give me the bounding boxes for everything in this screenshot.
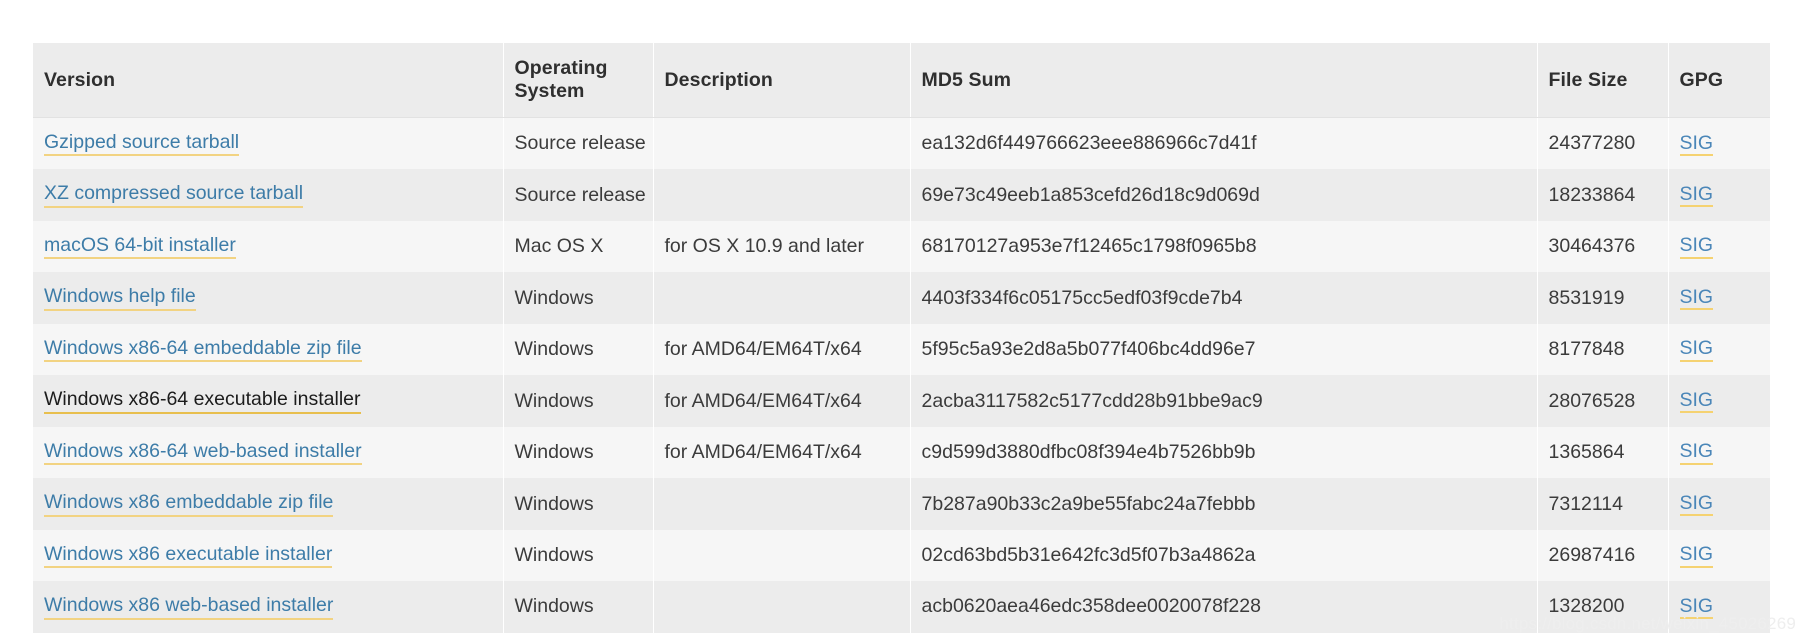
sig-link[interactable]: SIG [1679,544,1714,568]
cell-operating-system: Windows [503,323,654,376]
cell-description [653,478,911,530]
cell-md5-sum: ea132d6f449766623eee886966c7d41f [910,117,1538,170]
table-body: Gzipped source tarball Source release ea13… [33,117,1770,633]
cell-description [653,169,911,221]
cell-description [653,581,911,633]
cell-version: Windows x86 executable installer [33,529,504,582]
cell-md5-sum: acb0620aea46edc358dee0020078f228 [910,581,1538,633]
cell-description: for AMD64/EM64T/x64 [653,375,911,427]
table-header: Version Operating System Description MD5… [33,43,1770,118]
cell-description: for AMD64/EM64T/x64 [653,426,911,479]
cell-md5-sum: 5f95c5a93e2d8a5b077f406bc4dd96e7 [910,323,1538,376]
cell-file-size: 30464376 [1537,220,1669,273]
sig-link[interactable]: SIG [1679,441,1714,465]
download-link[interactable]: Windows x86-64 executable installer [44,389,361,414]
cell-md5-sum: 02cd63bd5b31e642fc3d5f07b3a4862a [910,529,1538,582]
cell-description: for OS X 10.9 and later [653,220,911,273]
cell-gpg: SIG [1668,323,1770,376]
cell-gpg: SIG [1668,272,1770,324]
table-row: Gzipped source tarball Source release ea13… [33,117,1770,170]
sig-link[interactable]: SIG [1679,132,1714,156]
cell-version: Windows x86-64 embeddable zip file [33,323,504,376]
table-header-row: Version Operating System Description MD5… [33,43,1770,118]
cell-version: XZ compressed source tarball [33,169,504,221]
cell-operating-system: Windows [503,581,654,633]
cell-md5-sum: 2acba3117582c5177cdd28b91bbe9ac9 [910,375,1538,427]
sig-link[interactable]: SIG [1679,389,1714,414]
cell-file-size: 18233864 [1537,169,1669,221]
cell-md5-sum: 69e73c49eeb1a853cefd26d18c9d069d [910,169,1538,221]
cell-file-size: 8177848 [1537,323,1669,376]
cell-md5-sum: 7b287a90b33c2a9be55fabc24a7febbb [910,478,1538,530]
cell-version: Windows help file [33,272,504,324]
download-link[interactable]: Windows x86-64 web-based installer [44,440,362,466]
download-link[interactable]: Windows x86 embeddable zip file [44,492,334,517]
sig-link[interactable]: SIG [1679,184,1714,208]
cell-md5-sum: 68170127a953e7f12465c1798f0965b8 [910,220,1538,273]
cell-file-size: 24377280 [1537,117,1669,170]
cell-operating-system: Windows [503,375,654,427]
cell-operating-system: Mac OS X [503,220,654,273]
cell-gpg: SIG [1668,220,1770,273]
sig-link[interactable]: SIG [1679,338,1714,362]
column-header-filesize: File Size [1537,43,1669,118]
download-link[interactable]: Windows x86 executable installer [44,543,333,569]
table-row: Windows x86-64 executable installer Windo… [33,375,1770,427]
cell-gpg: SIG [1668,169,1770,221]
cell-file-size: 26987416 [1537,529,1669,582]
cell-gpg: SIG [1668,478,1770,530]
cell-md5-sum: 4403f334f6c05175cc5edf03f9cde7b4 [910,272,1538,324]
cell-version: Windows x86 web-based installer [33,581,504,633]
cell-version: Windows x86 embeddable zip file [33,478,504,530]
cell-operating-system: Windows [503,478,654,530]
column-header-version: Version [33,43,504,118]
table-row: XZ compressed source tarball Source relea… [33,169,1770,221]
cell-md5-sum: c9d599d3880dfbc08f394e4b7526bb9b [910,426,1538,479]
column-header-os: Operating System [503,43,654,118]
sig-link[interactable]: SIG [1679,286,1714,311]
cell-description: for AMD64/EM64T/x64 [653,323,911,376]
cell-file-size: 28076528 [1537,375,1669,427]
cell-version: Windows x86-64 web-based installer [33,426,504,479]
cell-file-size: 7312114 [1537,478,1669,530]
table-row: Windows x86-64 web-based installer Window… [33,426,1770,479]
cell-operating-system: Windows [503,426,654,479]
cell-gpg: SIG [1668,375,1770,427]
downloads-table: Version Operating System Description MD5… [33,43,1770,633]
cell-version: macOS 64-bit installer [33,220,504,273]
table-row: Windows x86-64 embeddable zip file Window… [33,323,1770,376]
cell-description [653,117,911,170]
download-link[interactable]: Gzipped source tarball [44,132,240,157]
cell-file-size: 1365864 [1537,426,1669,479]
download-link[interactable]: Windows x86-64 embeddable zip file [44,337,362,363]
download-link[interactable]: Windows x86 web-based installer [44,595,334,620]
cell-operating-system: Source release [503,169,654,221]
cell-version: Gzipped source tarball [33,117,504,170]
column-header-md5: MD5 Sum [910,43,1538,118]
cell-description [653,272,911,324]
cell-description [653,529,911,582]
cell-operating-system: Windows [503,272,654,324]
cell-operating-system: Source release [503,117,654,170]
download-link[interactable]: Windows help file [44,286,196,311]
cell-version: Windows x86-64 executable installer [33,375,504,427]
sig-link[interactable]: SIG [1679,492,1714,517]
watermark-text: https://blog.csdn.net/weixin_45026269 [1499,614,1796,633]
column-header-description: Description [653,43,911,118]
download-link[interactable]: XZ compressed source tarball [44,183,304,208]
table-row: Windows help file Windows 4403f334f6c05175… [33,272,1770,324]
cell-gpg: SIG [1668,426,1770,479]
table-row: macOS 64-bit installer Mac OS Xfor OS X 1… [33,220,1770,273]
column-header-gpg: GPG [1668,43,1770,118]
downloads-table-container: Version Operating System Description MD5… [33,43,1770,633]
table-row: Windows x86 embeddable zip file Windows 7b… [33,478,1770,530]
cell-file-size: 8531919 [1537,272,1669,324]
page-root: Version Operating System Description MD5… [0,0,1802,640]
cell-gpg: SIG [1668,529,1770,582]
table-row: Windows x86 executable installer Windows 0… [33,529,1770,582]
cell-operating-system: Windows [503,529,654,582]
cell-gpg: SIG [1668,117,1770,170]
sig-link[interactable]: SIG [1679,235,1714,259]
download-link[interactable]: macOS 64-bit installer [44,235,236,260]
